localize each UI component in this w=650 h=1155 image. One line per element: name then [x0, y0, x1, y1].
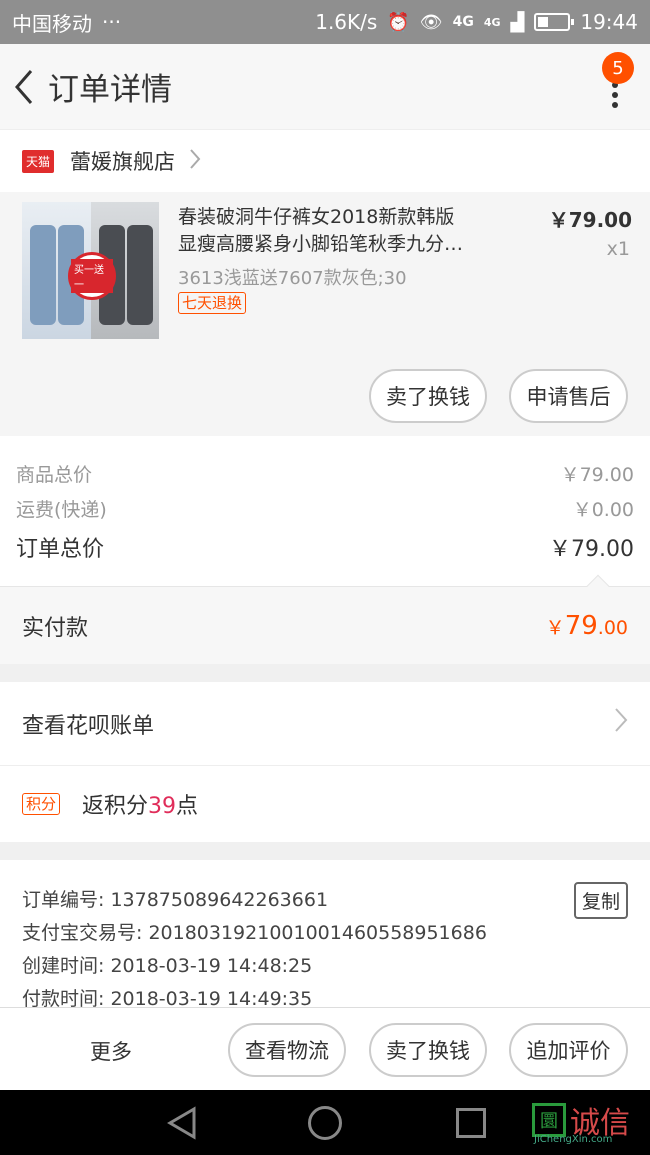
- resell-bottom-button[interactable]: 卖了换钱: [369, 1023, 487, 1077]
- network-4g-label: 4G: [452, 14, 474, 30]
- product-name[interactable]: 春装破洞牛仔裤女2018新款韩版 显瘦高腰紧身小脚铅笔秋季九分…: [178, 204, 508, 258]
- after-sale-button[interactable]: 申请售后: [509, 369, 628, 423]
- goods-total-value: ￥79.00: [560, 464, 634, 486]
- more-button[interactable]: 更多: [90, 1036, 132, 1066]
- paid-amount: ￥79.00: [545, 610, 628, 641]
- clock: 19:44: [580, 10, 638, 34]
- alarm-icon: ⏰: [387, 11, 410, 33]
- shipping-label: 运费(快递): [16, 499, 107, 521]
- page-title: 订单详情: [48, 72, 172, 108]
- points-row: 积分 返积分39点: [0, 766, 650, 842]
- product-item: 买一送一 春装破洞牛仔裤女2018新款韩版 显瘦高腰紧身小脚铅笔秋季九分… 36…: [0, 192, 650, 436]
- chevron-right-icon: [614, 707, 628, 740]
- bottom-action-bar: 更多 查看物流 卖了换钱 追加评价: [0, 1007, 650, 1090]
- order-total-label: 订单总价: [16, 537, 105, 562]
- resell-button[interactable]: 卖了换钱: [369, 369, 487, 423]
- huabei-bill-link[interactable]: 查看花呗账单: [0, 682, 650, 766]
- more-menu-button[interactable]: [608, 82, 622, 122]
- chevron-right-icon: [189, 148, 201, 174]
- shop-name: 蕾媛旗舰店: [70, 150, 176, 174]
- nav-back-icon[interactable]: [166, 1106, 198, 1140]
- back-button[interactable]: [4, 44, 44, 130]
- network-speed: 1.6K/s: [315, 10, 378, 34]
- order-info: 订单编号: 137875089642263661 支付宝交易号: 2018031…: [0, 860, 650, 1010]
- created-time: 创建时间: 2018-03-19 14:48:25: [22, 955, 313, 977]
- tmall-logo-icon: 天猫: [22, 149, 55, 173]
- carrier-label: 中国移动: [12, 11, 92, 36]
- nav-header: 订单详情 5: [0, 44, 650, 130]
- goods-total-label: 商品总价: [16, 464, 93, 486]
- price-summary: 商品总价 ￥79.00 运费(快递) ￥0.00 订单总价 ￥79.00: [0, 436, 650, 586]
- nav-recent-apps-icon[interactable]: [456, 1108, 486, 1138]
- return-policy-badge: 七天退换: [178, 292, 247, 314]
- message-count-badge: 5: [602, 52, 634, 84]
- eye-icon: 👁: [419, 11, 443, 33]
- product-quantity: x1: [606, 238, 630, 260]
- status-dots: ···: [102, 10, 122, 34]
- points-badge: 积分: [22, 793, 61, 815]
- view-logistics-button[interactable]: 查看物流: [228, 1023, 346, 1077]
- order-number: 订单编号: 137875089642263661: [22, 889, 329, 911]
- status-bar: 中国移动 ··· 1.6K/s ⏰ 👁 4G 4G ▟ 19:44: [0, 0, 650, 44]
- shop-row[interactable]: 天猫 蕾媛旗舰店: [0, 130, 650, 192]
- product-price: ￥79.00: [548, 208, 632, 232]
- paid-amount-row: 实付款 ￥79.00: [0, 574, 650, 664]
- points-text: 返积分39点: [82, 794, 199, 819]
- add-review-button[interactable]: 追加评价: [509, 1023, 628, 1077]
- alipay-trade-number: 支付宝交易号: 2018031921001001460558951686: [22, 922, 487, 944]
- battery-fill: [538, 17, 549, 27]
- nav-home-icon[interactable]: [308, 1106, 342, 1140]
- signal-icon: ▟: [510, 11, 525, 33]
- back-arrow-icon: [15, 69, 33, 104]
- huabei-label: 查看花呗账单: [22, 713, 155, 739]
- order-total-value: ￥79.00: [549, 537, 634, 562]
- network-4g-label-2: 4G: [483, 15, 501, 29]
- product-sku: 3613浅蓝送7607款灰色;30: [178, 268, 407, 289]
- copy-button[interactable]: 复制: [573, 882, 628, 919]
- promo-stamp: 买一送一: [68, 252, 116, 300]
- shipping-value: ￥0.00: [572, 499, 634, 521]
- paid-label: 实付款: [22, 615, 89, 641]
- product-image[interactable]: 买一送一: [22, 202, 159, 339]
- watermark-logo: 圜 诚信 JiChengXin.com: [532, 1098, 630, 1145]
- battery-icon: [534, 13, 575, 31]
- watermark-subtext: JiChengXin.com: [534, 1134, 613, 1145]
- watermark-box: 圜: [532, 1103, 566, 1137]
